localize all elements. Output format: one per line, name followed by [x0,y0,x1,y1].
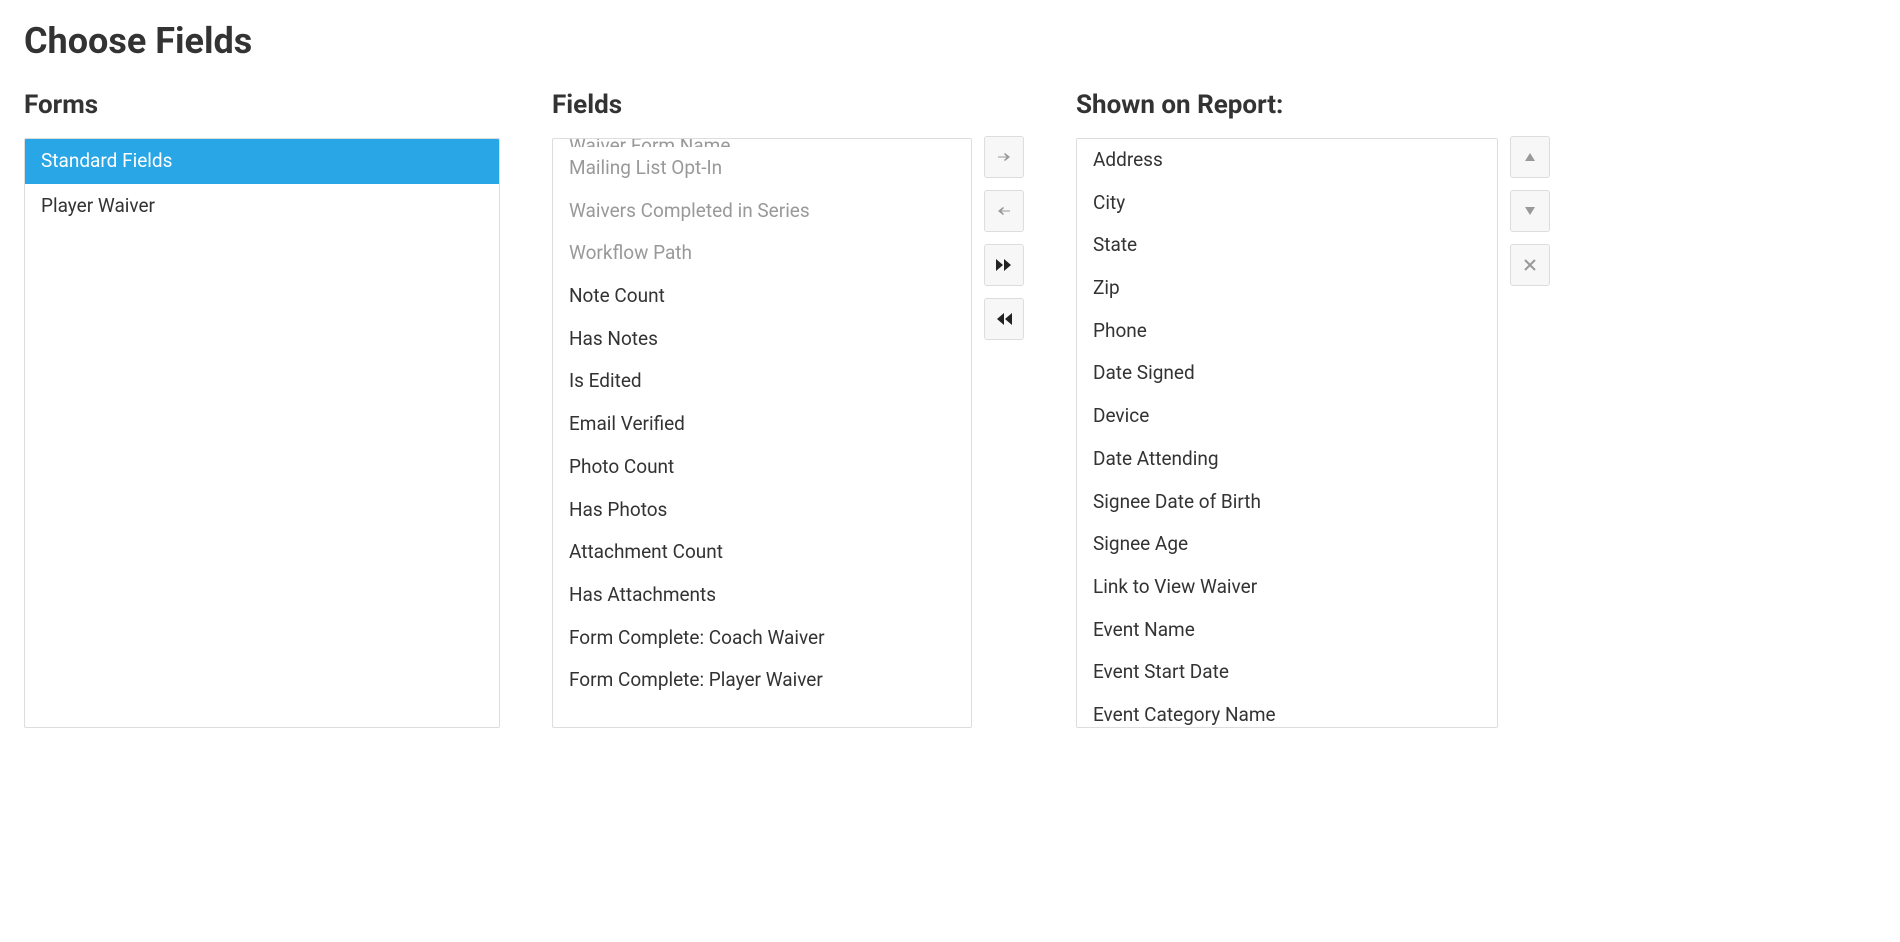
order-buttons [1510,136,1550,728]
forms-list[interactable]: Standard FieldsPlayer Waiver [24,138,500,728]
forms-column: Forms Standard FieldsPlayer Waiver [24,90,500,728]
fields-item[interactable]: Has Notes [553,318,971,361]
forms-item[interactable]: Standard Fields [25,139,499,184]
shown-item[interactable]: Date Signed [1077,352,1497,395]
fields-item[interactable]: Note Count [553,275,971,318]
shown-item[interactable]: Device [1077,395,1497,438]
shown-item[interactable]: Zip [1077,267,1497,310]
fast-backward-icon [995,312,1013,326]
shown-item[interactable]: Signee Age [1077,523,1497,566]
triangle-down-icon [1524,206,1536,216]
fields-column: Fields Waiver Form NameMailing List Opt-… [552,90,1024,728]
shown-item[interactable]: Signee Date of Birth [1077,481,1497,524]
add-button[interactable] [984,136,1024,178]
shown-item[interactable]: Event Name [1077,609,1497,652]
fields-item[interactable]: Has Photos [553,489,971,532]
triangle-up-icon [1524,152,1536,162]
fields-box-wrap: Fields Waiver Form NameMailing List Opt-… [552,90,972,728]
shown-item[interactable]: Phone [1077,310,1497,353]
shown-item[interactable]: Link to View Waiver [1077,566,1497,609]
remove-button[interactable] [984,190,1024,232]
move-down-button[interactable] [1510,190,1550,232]
fields-list[interactable]: Waiver Form NameMailing List Opt-InWaive… [552,138,972,728]
shown-item[interactable]: City [1077,182,1497,225]
fields-title: Fields [552,90,972,120]
fields-item[interactable]: Photo Count [553,446,971,489]
fields-item[interactable]: Attachment Count [553,531,971,574]
shown-title: Shown on Report: [1076,90,1498,120]
shown-item[interactable]: Event Category Name [1077,694,1497,728]
fields-item-partial: Waiver Form Name [553,139,971,147]
transfer-buttons [984,136,1024,728]
shown-item[interactable]: State [1077,224,1497,267]
move-up-button[interactable] [1510,136,1550,178]
forms-title: Forms [24,90,500,120]
fields-item[interactable]: Has Attachments [553,574,971,617]
shown-item[interactable]: Date Attending [1077,438,1497,481]
fields-item: Mailing List Opt-In [553,147,971,190]
fields-item[interactable]: Form Complete: Player Waiver [553,659,971,702]
shown-item[interactable]: Address [1077,139,1497,182]
arrow-right-icon [996,149,1012,165]
shown-list[interactable]: AddressCityStateZipPhoneDate SignedDevic… [1076,138,1498,728]
forms-item[interactable]: Player Waiver [25,184,499,229]
fields-item[interactable]: Form Complete: Coach Waiver [553,617,971,660]
shown-box-wrap: Shown on Report: AddressCityStateZipPhon… [1076,90,1498,728]
columns-container: Forms Standard FieldsPlayer Waiver Field… [24,90,1876,728]
close-icon [1523,258,1537,272]
fields-item[interactable]: Is Edited [553,360,971,403]
fast-forward-icon [995,258,1013,272]
remove-item-button[interactable] [1510,244,1550,286]
fields-item[interactable]: Email Verified [553,403,971,446]
arrow-left-icon [996,203,1012,219]
page-title: Choose Fields [24,20,1876,62]
add-all-button[interactable] [984,244,1024,286]
remove-all-button[interactable] [984,298,1024,340]
shown-column: Shown on Report: AddressCityStateZipPhon… [1076,90,1550,728]
shown-item[interactable]: Event Start Date [1077,651,1497,694]
fields-item: Workflow Path [553,232,971,275]
fields-item: Waivers Completed in Series [553,190,971,233]
